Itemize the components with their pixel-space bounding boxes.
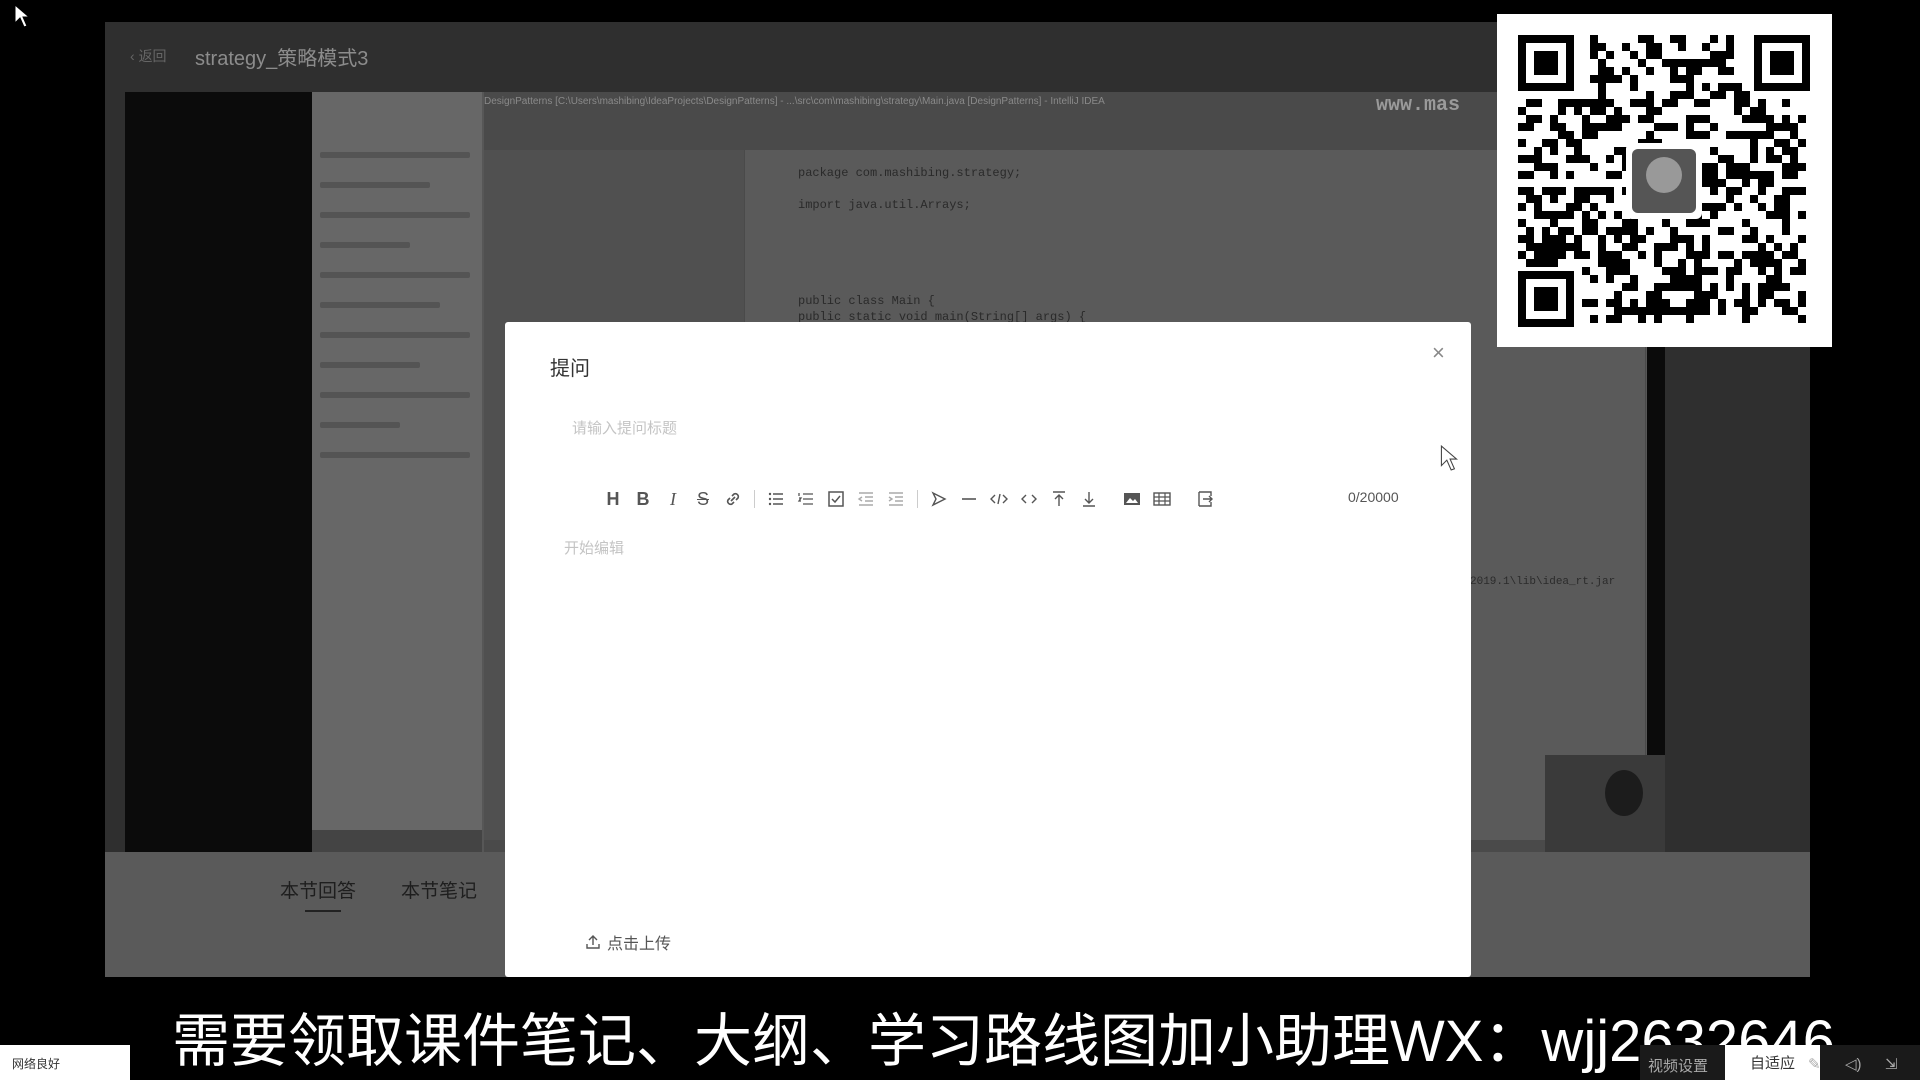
ide-watermark: www.mas	[1376, 94, 1461, 117]
ordered-list-icon[interactable]	[791, 484, 821, 514]
upload-label: 点击上传	[607, 936, 672, 953]
page-title: strategy_策略模式3	[195, 48, 369, 70]
code-line: package com.mashibing.strategy;	[798, 166, 1022, 180]
caption-text: 需要领取课件笔记、大纲、学习路线图加小助理WX：wjj2632646	[172, 1009, 1835, 1074]
quote-icon[interactable]	[924, 484, 954, 514]
bold-icon[interactable]: B	[628, 484, 658, 514]
question-title-input[interactable]	[570, 414, 1334, 442]
toolbar-divider	[754, 490, 755, 508]
fit-mode-button[interactable]: 自适应	[1725, 1045, 1820, 1080]
tab-answers[interactable]: 本节回答	[280, 876, 356, 903]
outdent-icon[interactable]	[851, 484, 881, 514]
link-icon[interactable]	[718, 484, 748, 514]
horizontal-rule-icon[interactable]	[954, 484, 984, 514]
upload-icon	[586, 935, 600, 949]
back-label: 返回	[138, 48, 167, 64]
code-block-icon[interactable]	[984, 484, 1014, 514]
fullscreen-icon[interactable]	[1190, 484, 1220, 514]
image-icon[interactable]	[1117, 484, 1147, 514]
checklist-icon[interactable]	[821, 484, 851, 514]
bullet-list-icon[interactable]	[761, 484, 791, 514]
heading-icon[interactable]: H	[598, 484, 628, 514]
taskbar	[312, 830, 482, 852]
presenter-avatar	[1605, 770, 1643, 816]
ide-window-title: DesignPatterns [C:\Users\mashibing\IdeaP…	[484, 96, 1105, 107]
editor-toolbar: H B I S	[598, 484, 1220, 514]
character-count: 0/20000	[1348, 489, 1399, 505]
question-body-editor[interactable]	[562, 535, 1426, 919]
toolbar-divider	[917, 490, 918, 508]
back-link[interactable]: ‹ 返回	[130, 46, 167, 66]
close-icon[interactable]: ×	[1432, 340, 1445, 366]
inline-code-icon[interactable]	[1014, 484, 1044, 514]
table-icon[interactable]	[1147, 484, 1177, 514]
tab-notes[interactable]: 本节笔记	[401, 876, 477, 903]
insert-after-icon[interactable]	[1074, 484, 1104, 514]
network-status-label: 网络良好	[12, 1057, 61, 1071]
console-text: 2019.1\lib\idea_rt.jar	[1470, 576, 1616, 588]
code-line: import java.util.Arrays;	[798, 198, 971, 212]
fullscreen-exit-icon[interactable]: ⇲	[1885, 1055, 1898, 1073]
upload-button[interactable]: 点击上传	[585, 930, 671, 954]
video-settings-button[interactable]: 视频设置	[1648, 1055, 1708, 1076]
insert-before-icon[interactable]	[1044, 484, 1074, 514]
webcam-feed	[1545, 755, 1665, 855]
mouse-cursor-icon	[14, 4, 30, 28]
strikethrough-icon[interactable]: S	[688, 484, 718, 514]
mouse-cursor-icon	[1440, 445, 1458, 471]
chat-panel	[312, 92, 482, 832]
volume-icon[interactable]: ◁)	[1845, 1055, 1862, 1073]
modal-title: 提问	[550, 358, 590, 380]
code-line: public class Main {	[798, 294, 935, 308]
pin-icon[interactable]: ✎	[1808, 1055, 1821, 1073]
indent-icon[interactable]	[881, 484, 911, 514]
active-tab-indicator	[305, 910, 341, 912]
italic-icon[interactable]: I	[658, 484, 688, 514]
qr-code-icon	[1518, 35, 1810, 327]
